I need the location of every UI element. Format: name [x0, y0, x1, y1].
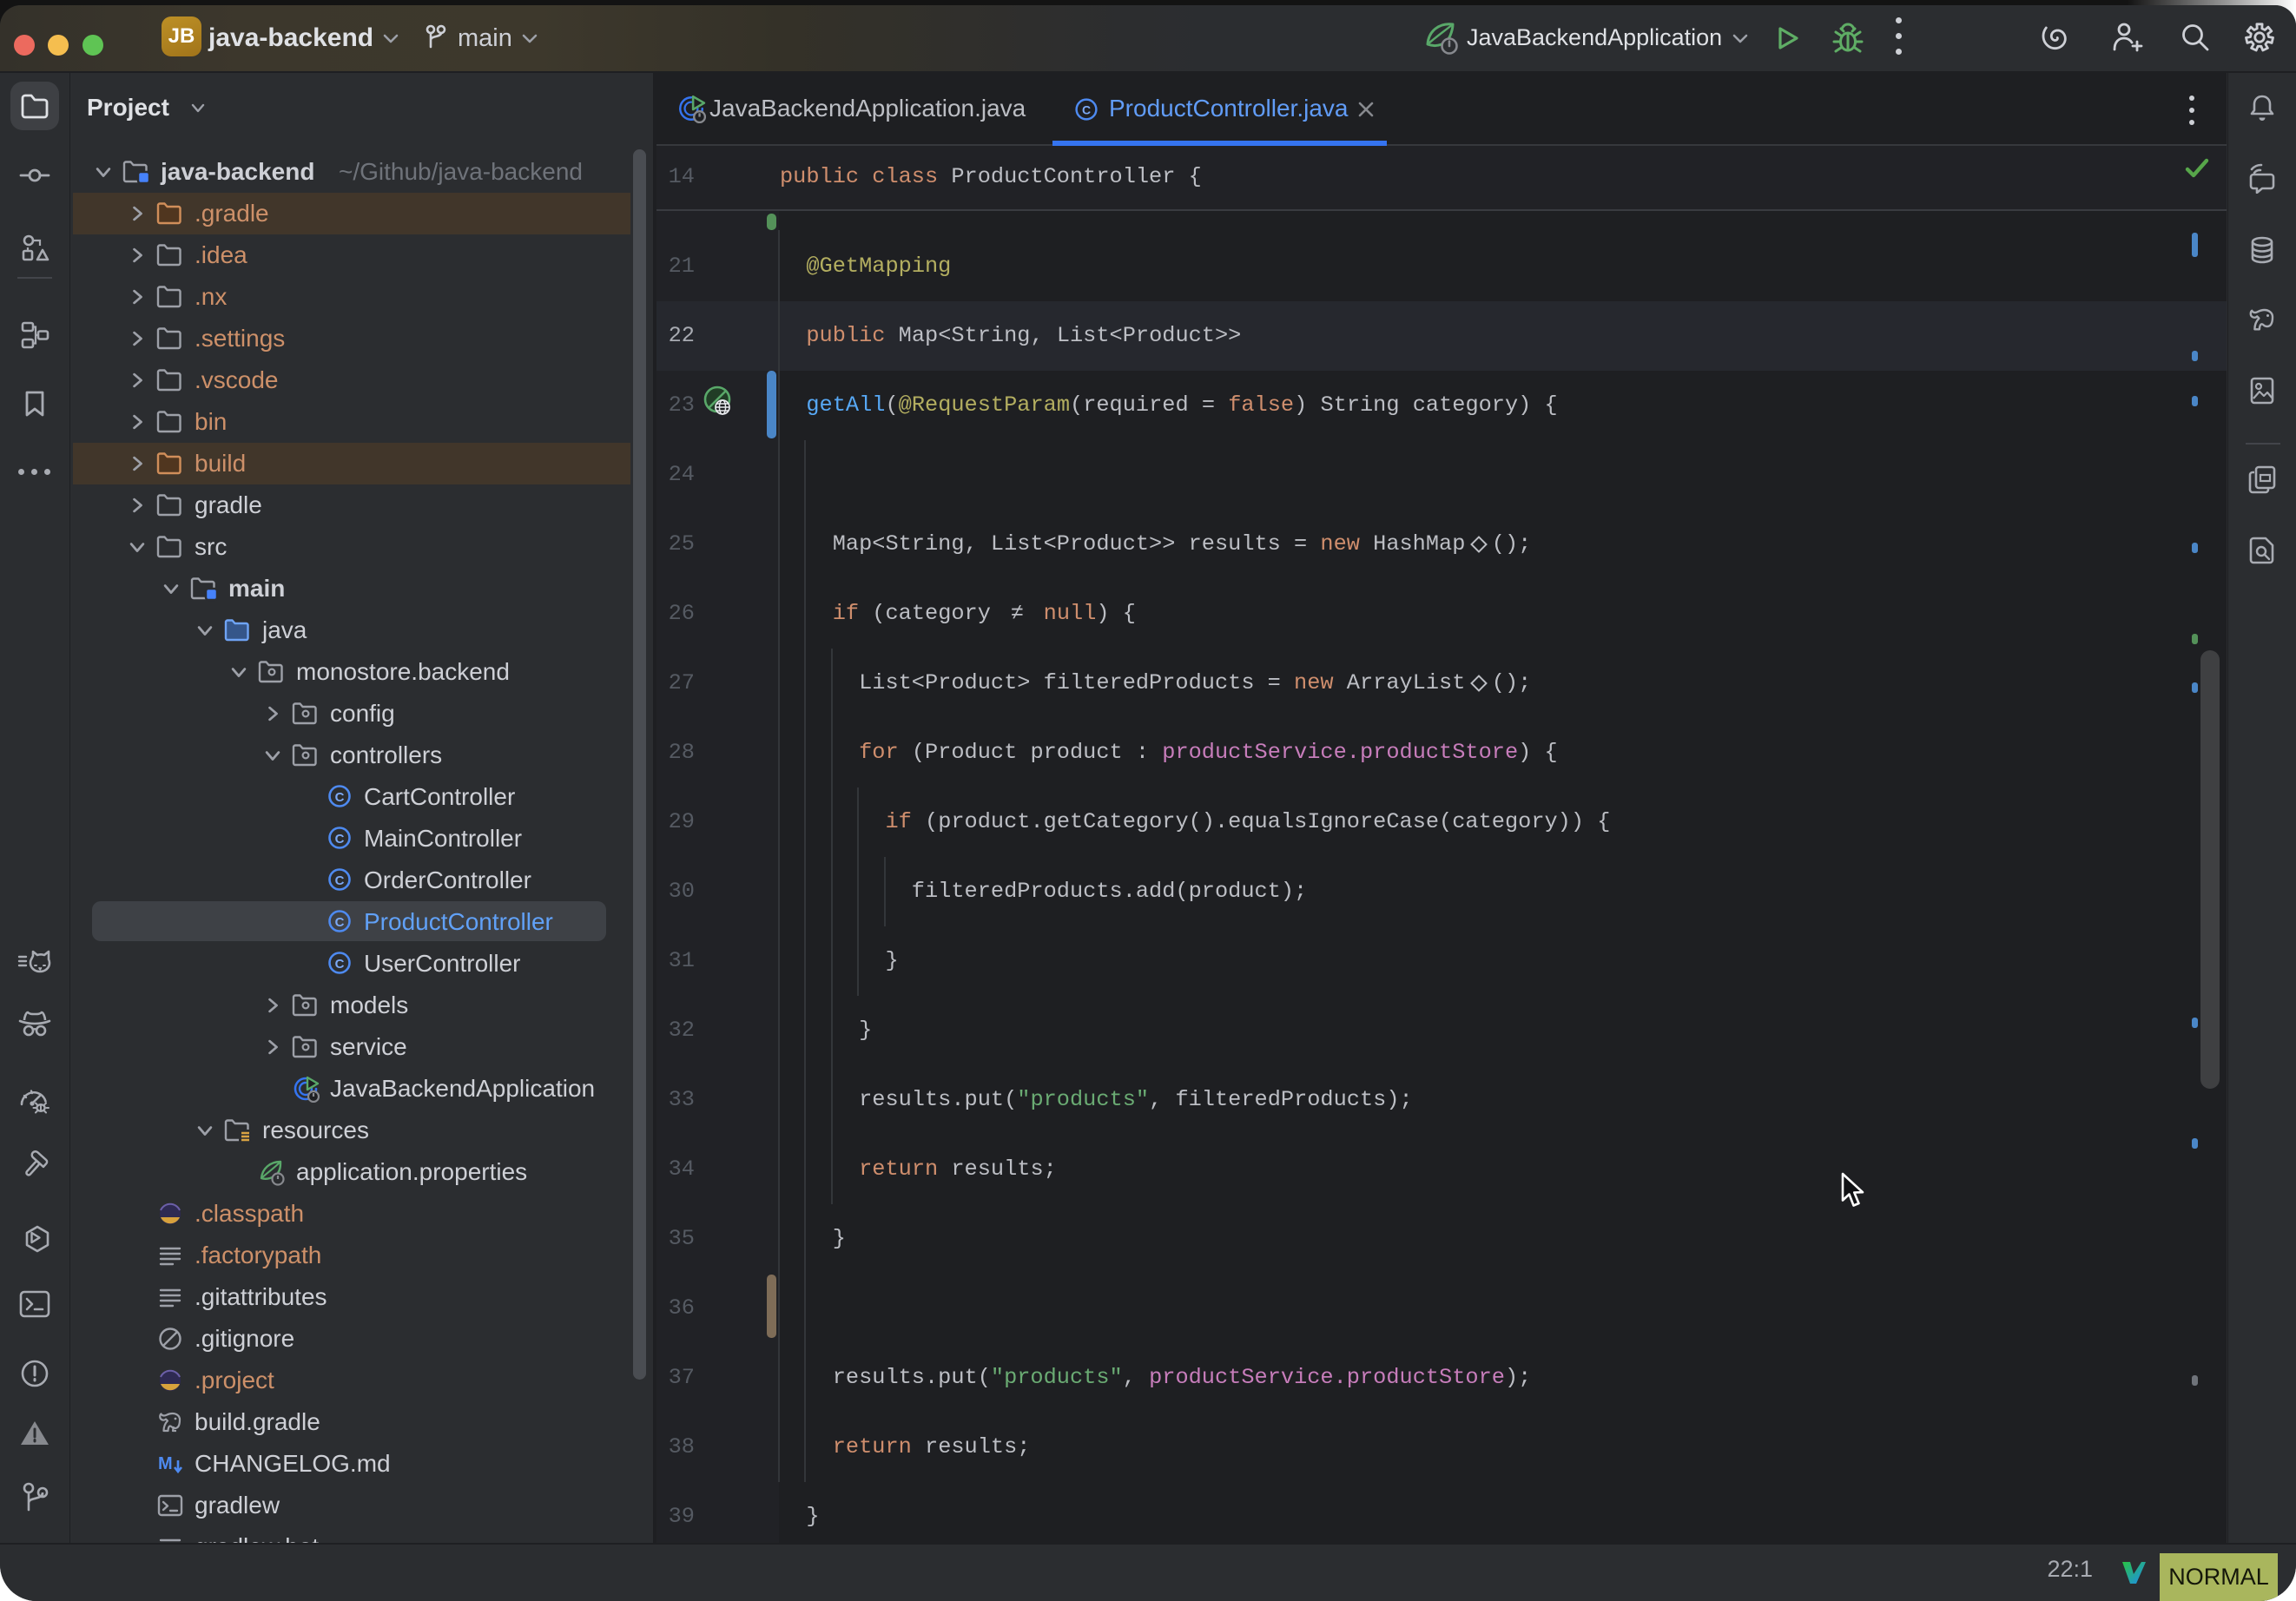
- svg-text:C: C: [335, 957, 345, 972]
- svg-text:M: M: [158, 1454, 173, 1473]
- svg-text:C: C: [335, 832, 345, 847]
- svg-text:C: C: [335, 790, 345, 805]
- svg-text:C: C: [1082, 102, 1091, 116]
- svg-text:C: C: [335, 915, 345, 930]
- svg-text:C: C: [335, 873, 345, 888]
